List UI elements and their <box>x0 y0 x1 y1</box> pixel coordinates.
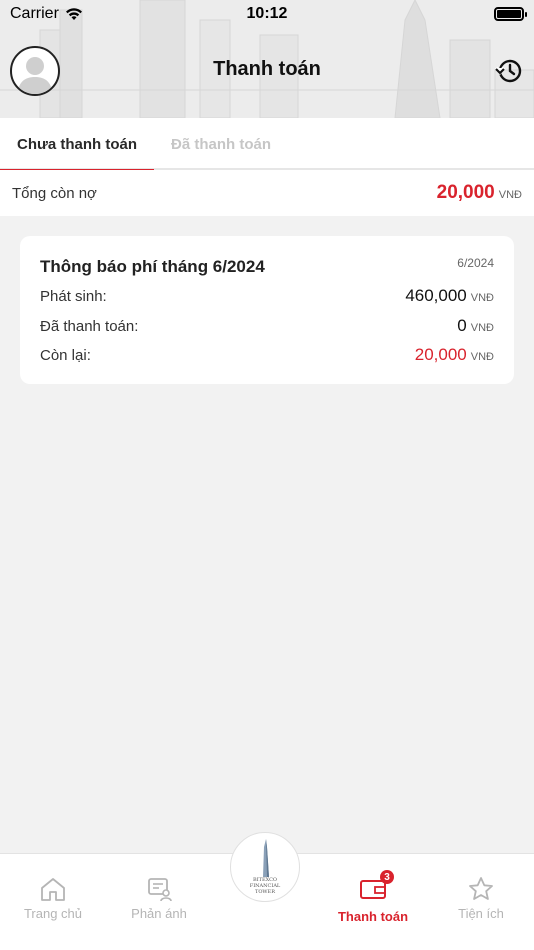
logo-text-line: TOWER <box>254 889 275 895</box>
battery-icon <box>494 7 527 21</box>
nav-item-payment[interactable]: 3 Thanh toán <box>323 870 423 924</box>
bill-row-label: Đã thanh toán: <box>40 317 139 335</box>
bill-title: Thông báo phí tháng 6/2024 <box>40 257 265 276</box>
wifi-icon <box>65 8 82 20</box>
bitexco-tower-logo <box>263 839 269 877</box>
header: Carrier 10:12 Thanh toán <box>0 0 534 118</box>
payment-badge: 3 <box>380 870 394 884</box>
bill-row-label: Phát sinh: <box>40 287 107 305</box>
star-icon <box>469 877 493 900</box>
payment-tabs: Chưa thanh toán Đã thanh toán <box>0 118 534 172</box>
total-outstanding-row: Tổng còn nợ 20,000 VNĐ <box>0 170 534 216</box>
total-amount: 20,000 <box>436 182 495 203</box>
status-bar: Carrier 10:12 <box>0 0 534 28</box>
bill-card[interactable]: Thông báo phí tháng 6/2024 6/2024 Phát s… <box>20 236 514 384</box>
total-amount-group: 20,000 VNĐ <box>437 182 522 204</box>
bill-row-unit: VNĐ <box>470 292 494 304</box>
bill-row-value: 460,000 <box>405 286 467 305</box>
bill-row-unit: VNĐ <box>470 351 494 363</box>
nav-label: Phản ánh <box>131 906 187 921</box>
bill-row-remaining: Còn lại: 20,000 VNĐ <box>40 345 494 365</box>
nav-item-feedback[interactable]: Phản ánh <box>109 876 209 921</box>
bill-period: 6/2024 <box>457 256 494 270</box>
bill-row-incurred: Phát sinh: 460,000 VNĐ <box>40 286 494 306</box>
bill-row-unit: VNĐ <box>470 322 494 334</box>
bill-row-paid: Đã thanh toán: 0 VNĐ <box>40 316 494 336</box>
tab-unpaid[interactable]: Chưa thanh toán <box>0 118 154 172</box>
nav-item-home[interactable]: Trang chủ <box>3 876 103 921</box>
nav-item-utilities[interactable]: Tiện ích <box>431 876 531 921</box>
total-label: Tổng còn nợ <box>12 184 97 202</box>
nav-label: Thanh toán <box>337 909 409 924</box>
feedback-icon <box>148 878 172 902</box>
nav-label: Trang chủ <box>23 906 83 921</box>
payment-icon-wrap: 3 <box>359 870 394 905</box>
logo-text: BITEXCO FINANCIAL TOWER <box>250 877 281 895</box>
bill-row-value: 0 <box>457 316 467 335</box>
center-logo-button[interactable]: BITEXCO FINANCIAL TOWER <box>230 832 300 902</box>
carrier-label: Carrier <box>10 5 59 22</box>
tab-paid[interactable]: Đã thanh toán <box>154 118 288 170</box>
nav-label: Tiện ích <box>458 906 504 921</box>
total-unit: VNĐ <box>498 189 522 201</box>
bill-row-value: 20,000 <box>414 345 467 364</box>
page-title: Thanh toán <box>213 58 321 80</box>
home-icon <box>41 878 65 901</box>
history-icon[interactable] <box>494 56 524 86</box>
bill-row-label: Còn lại: <box>40 346 91 364</box>
